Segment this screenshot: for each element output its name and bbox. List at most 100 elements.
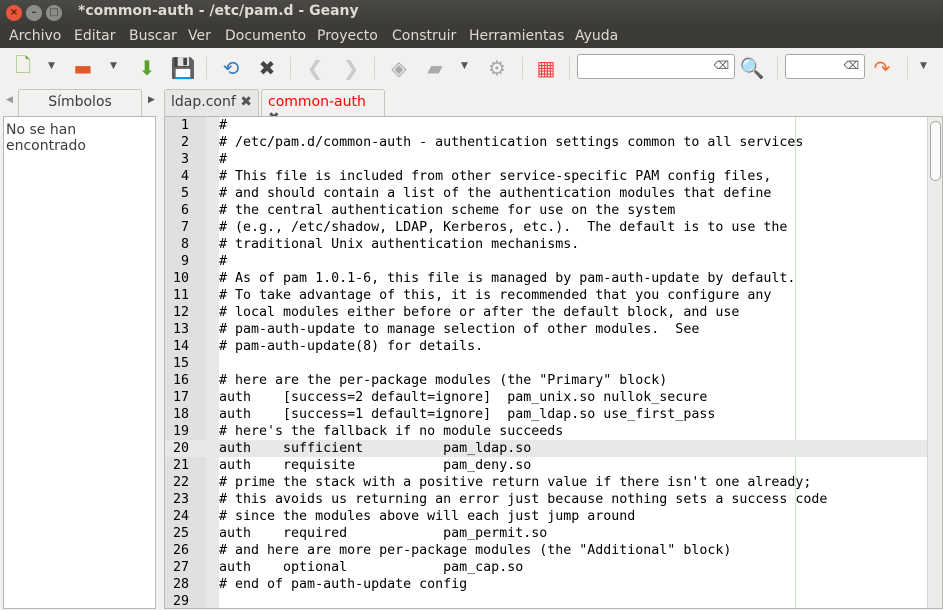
code-line[interactable]: 21 auth requisite pam_deny.so — [165, 457, 927, 474]
menu-editar[interactable]: Editar — [74, 28, 115, 44]
line-number: 6 — [180, 203, 189, 218]
goto-line-icon[interactable]: ↷ — [869, 55, 895, 81]
code-line[interactable]: 1 # — [165, 117, 927, 134]
line-text: # the central authentication scheme for … — [219, 203, 676, 218]
minimize-window-button[interactable]: – — [26, 5, 42, 21]
line-text: auth optional pam_cap.so — [219, 560, 524, 575]
search-icon[interactable]: 🔍 — [739, 55, 765, 81]
code-line[interactable]: 12 # local modules either before or after… — [165, 304, 927, 321]
code-line[interactable]: 16 # here are the per-package modules (th… — [165, 372, 927, 389]
compile-icon[interactable]: ◈ — [386, 55, 412, 81]
code-line[interactable]: 28 # end of pam-auth-update config — [165, 576, 927, 593]
menu-herramientas[interactable]: Herramientas — [469, 28, 564, 44]
code-line[interactable]: 11 # To take advantage of this, it is rec… — [165, 287, 927, 304]
code-line[interactable]: 5 # and should contain a list of the auth… — [165, 185, 927, 202]
preferences-icon[interactable]: ⚙ — [484, 55, 510, 81]
line-number: 20 — [172, 441, 189, 456]
revert-icon[interactable]: ⟲ — [218, 55, 244, 81]
code-line[interactable]: 19 # here's the fallback if no module suc… — [165, 423, 927, 440]
line-text: auth requisite pam_deny.so — [219, 458, 532, 473]
code-line[interactable]: 15 — [165, 355, 927, 372]
save-all-icon[interactable]: 💾 — [170, 55, 196, 81]
code-line[interactable]: 22 # prime the stack with a positive retu… — [165, 474, 927, 491]
menu-construir[interactable]: Construir — [392, 28, 456, 44]
vertical-scrollbar[interactable] — [927, 117, 942, 608]
line-number: 27 — [172, 560, 189, 575]
code-line[interactable]: 27 auth optional pam_cap.so — [165, 559, 927, 576]
clear-search-icon[interactable]: ⌫ — [713, 59, 729, 72]
code-line[interactable]: 3 # — [165, 151, 927, 168]
line-number: 10 — [172, 271, 189, 286]
line-number: 25 — [172, 526, 189, 541]
menu-proyecto[interactable]: Proyecto — [317, 28, 378, 44]
code-line[interactable]: 25 auth required pam_permit.so — [165, 525, 927, 542]
line-number: 16 — [172, 373, 189, 388]
code-line[interactable]: 8 # traditional Unix authentication mecha… — [165, 236, 927, 253]
code-line[interactable]: 23 # this avoids us returning an error ju… — [165, 491, 927, 508]
new-dropdown-icon[interactable]: ▼ — [48, 61, 55, 71]
close-window-button[interactable]: × — [6, 5, 22, 21]
maximize-window-button[interactable]: □ — [46, 5, 62, 21]
open-file-icon[interactable]: ▬ — [70, 55, 96, 81]
code-line[interactable]: 4 # This file is included from other serv… — [165, 168, 927, 185]
line-text: # /etc/pam.d/common-auth - authenticatio… — [219, 135, 804, 150]
code-line[interactable]: 24 # since the modules above will each ju… — [165, 508, 927, 525]
build-dropdown-icon[interactable]: ▼ — [461, 61, 468, 71]
save-icon[interactable]: ⬇ — [134, 55, 160, 81]
code-line[interactable]: 9 # — [165, 253, 927, 270]
line-text: # — [219, 118, 228, 133]
code-editor[interactable]: 1 #2 # /etc/pam.d/common-auth - authentica… — [164, 116, 943, 609]
line-number: 18 — [172, 407, 189, 422]
code-line[interactable]: 29 — [165, 593, 927, 610]
code-line[interactable]: 20 auth sufficient pam_ldap.so — [165, 440, 927, 457]
menu-documento[interactable]: Documento — [225, 28, 306, 44]
line-text: # — [219, 152, 228, 167]
code-line[interactable]: 18 auth [success=1 default=ignore] pam_ld… — [165, 406, 927, 423]
line-number: 26 — [172, 543, 189, 558]
line-number: 24 — [172, 509, 189, 524]
line-number: 5 — [180, 186, 189, 201]
line-text: auth [success=1 default=ignore] pam_ldap… — [219, 407, 716, 422]
tab-scroll-left-icon[interactable]: ◀ — [6, 95, 13, 105]
code-line[interactable]: 6 # the central authentication scheme for… — [165, 202, 927, 219]
code-line[interactable]: 17 auth [success=2 default=ignore] pam_un… — [165, 389, 927, 406]
back-icon[interactable]: ❮ — [302, 55, 328, 81]
close-tab-icon[interactable]: ✖ — [240, 94, 252, 110]
title-bar: × – □ *common-auth - /etc/pam.d - Geany — [0, 0, 943, 25]
line-number: 2 — [180, 135, 189, 150]
menu-buscar[interactable]: Buscar — [129, 28, 177, 44]
menu-ayuda[interactable]: Ayuda — [575, 28, 618, 44]
window-title: *common-auth - /etc/pam.d - Geany — [78, 3, 359, 19]
tab-common-auth[interactable]: common-auth ✖ — [261, 89, 385, 126]
tab-scroll-right-icon[interactable]: ▶ — [148, 95, 155, 105]
clear-goto-icon[interactable]: ⌫ — [843, 59, 859, 72]
close-file-icon[interactable]: ✖ — [254, 55, 280, 81]
forward-icon[interactable]: ❯ — [338, 55, 364, 81]
line-text: auth required pam_permit.so — [219, 526, 548, 541]
code-line[interactable]: 13 # pam-auth-update to manage selection … — [165, 321, 927, 338]
new-file-icon[interactable]: 🗋 — [10, 53, 36, 81]
search-input[interactable]: ⌫ — [577, 54, 735, 79]
code-line[interactable]: 10 # As of pam 1.0.1-6, this file is mana… — [165, 270, 927, 287]
code-line[interactable]: 26 # and here are more per-package module… — [165, 542, 927, 559]
symbols-panel: No se han encontrado — [3, 116, 156, 609]
code-line[interactable]: 14 # pam-auth-update(8) for details. — [165, 338, 927, 355]
sidebar-tabs: ◀ Símbolos ▶ — [0, 87, 160, 116]
line-number: 4 — [180, 169, 189, 184]
build-icon[interactable]: ▰ — [422, 55, 448, 81]
color-chooser-icon[interactable]: ▦ — [533, 55, 559, 81]
code-line[interactable]: 2 # /etc/pam.d/common-auth - authenticati… — [165, 134, 927, 151]
menu-archivo[interactable]: Archivo — [9, 28, 61, 44]
line-number: 23 — [172, 492, 189, 507]
line-text: # since the modules above will each just… — [219, 509, 636, 524]
tab-ldap-conf[interactable]: ldap.conf ✖ — [164, 89, 259, 116]
code-line[interactable]: 7 # (e.g., /etc/shadow, LDAP, Kerberos, e… — [165, 219, 927, 236]
toolbar-overflow-icon[interactable]: ▼ — [920, 61, 927, 71]
open-dropdown-icon[interactable]: ▼ — [110, 61, 117, 71]
code-lines[interactable]: 1 #2 # /etc/pam.d/common-auth - authentica… — [165, 117, 927, 610]
tab-symbols[interactable]: Símbolos — [18, 89, 142, 116]
goto-line-input[interactable]: ⌫ — [785, 54, 865, 79]
line-number: 13 — [172, 322, 189, 337]
scrollbar-thumb[interactable] — [930, 121, 941, 181]
menu-ver[interactable]: Ver — [188, 28, 211, 44]
